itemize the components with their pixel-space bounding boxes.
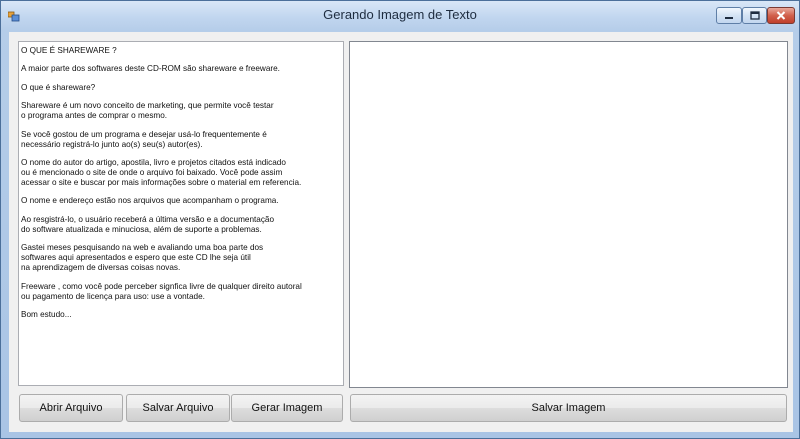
window-title: Gerando Imagem de Texto: [323, 7, 477, 22]
text-paragraph: Ao resgistrá-lo, o usuário receberá a úl…: [21, 214, 275, 234]
maximize-button[interactable]: [742, 7, 767, 24]
text-paragraph: Freeware , como você pode perceber signf…: [21, 281, 302, 301]
text-paragraph: Se você gostou de um programa e desejar …: [21, 129, 267, 149]
minimize-icon: [725, 16, 733, 19]
generate-image-button[interactable]: Gerar Imagem: [231, 394, 343, 422]
close-icon: [776, 11, 786, 20]
save-file-button[interactable]: Salvar Arquivo: [126, 394, 230, 422]
text-paragraph: O QUE É SHAREWARE ?: [21, 46, 117, 55]
maximize-icon: [749, 11, 760, 20]
text-input-area[interactable]: O QUE É SHAREWARE ? A maior parte dos sof…: [18, 41, 344, 386]
save-image-button[interactable]: Salvar Imagem: [350, 394, 787, 422]
text-paragraph: O que é shareware?: [21, 82, 96, 92]
image-preview-box: [349, 41, 788, 388]
app-window: Gerando Imagem de Texto O QUE É SHAREWAR…: [0, 0, 800, 439]
minimize-button[interactable]: [716, 7, 742, 24]
form-client-area: O QUE É SHAREWARE ? A maior parte dos sof…: [9, 32, 793, 432]
text-paragraph: O nome e endereço estão nos arquivos que…: [21, 196, 279, 206]
text-paragraph: O nome do autor do artigo, apostila, liv…: [21, 157, 302, 187]
open-file-button[interactable]: Abrir Arquivo: [19, 394, 123, 422]
text-paragraph: Shareware é um novo conceito de marketin…: [21, 101, 274, 121]
text-paragraph: Gastei meses pesquisando na web e avalia…: [21, 243, 264, 273]
text-paragraph: Bom estudo...: [21, 309, 72, 319]
close-button[interactable]: [767, 7, 795, 24]
text-paragraph: A maior parte dos softwares deste CD-ROM…: [21, 64, 280, 74]
title-bar[interactable]: Gerando Imagem de Texto: [1, 1, 799, 31]
